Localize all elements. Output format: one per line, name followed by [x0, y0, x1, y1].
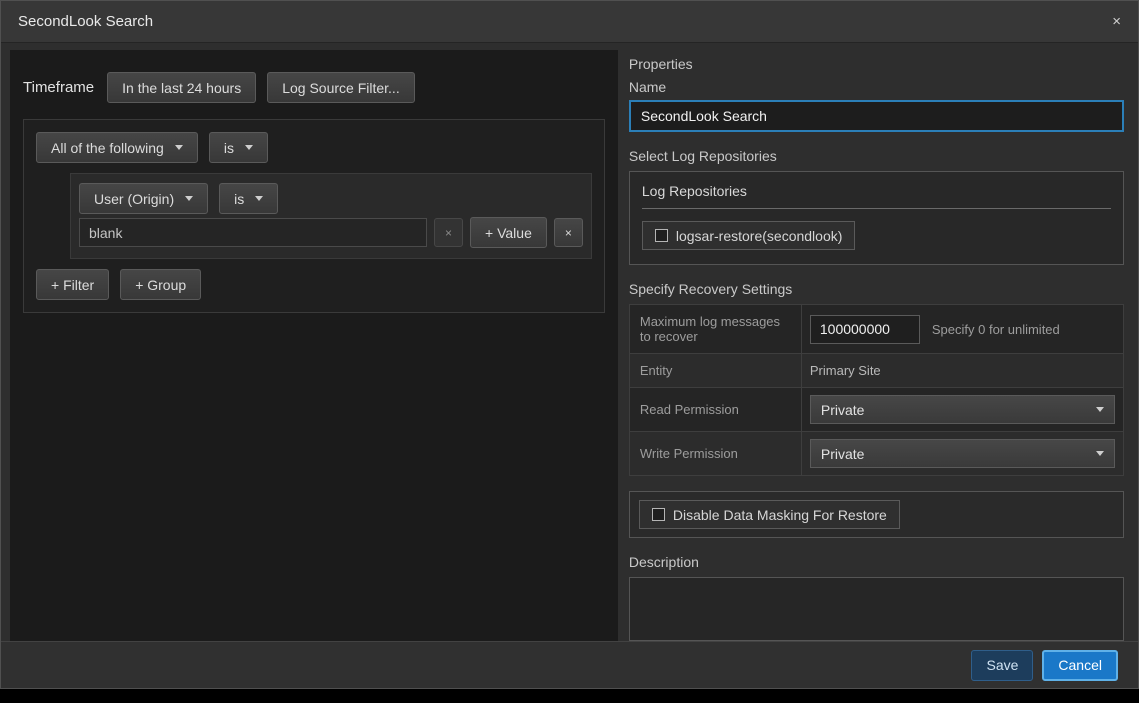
chevron-down-icon [255, 196, 263, 201]
filter-builder-panel: Timeframe In the last 24 hours Log Sourc… [10, 50, 618, 641]
cancel-button[interactable]: Cancel [1042, 650, 1118, 681]
filter-value-input[interactable] [79, 218, 427, 247]
recovery-settings-label: Specify Recovery Settings [629, 281, 1124, 297]
write-permission-label: Write Permission [630, 432, 802, 475]
log-repositories-title: Log Repositories [642, 183, 1111, 209]
title-bar: SecondLook Search × [1, 1, 1138, 43]
log-source-filter-button[interactable]: Log Source Filter... [267, 72, 415, 103]
filter-field-value: User (Origin) [94, 191, 174, 207]
group-comparator-value: is [224, 140, 234, 156]
timeframe-label: Timeframe [23, 79, 94, 96]
timeframe-button[interactable]: In the last 24 hours [107, 72, 256, 103]
save-button[interactable]: Save [971, 650, 1033, 681]
max-messages-cell: Specify 0 for unlimited [802, 305, 1123, 353]
group-comparator-dropdown[interactable]: is [209, 132, 268, 163]
recovery-settings-table: Maximum log messages to recover Specify … [629, 304, 1124, 476]
repository-label: logsar-restore(secondlook) [676, 228, 843, 244]
timeframe-row: Timeframe In the last 24 hours Log Sourc… [23, 72, 605, 103]
read-permission-value: Private [821, 402, 865, 418]
dialog-title: SecondLook Search [18, 13, 153, 30]
repository-checkbox-item[interactable]: logsar-restore(secondlook) [642, 221, 856, 250]
name-label: Name [629, 79, 1124, 95]
max-messages-label: Maximum log messages to recover [630, 305, 802, 353]
group-operator-dropdown[interactable]: All of the following [36, 132, 198, 163]
properties-panel: Properties Name Select Log Repositories … [629, 50, 1126, 641]
write-permission-value: Private [821, 446, 865, 462]
read-permission-dropdown[interactable]: Private [810, 395, 1115, 424]
filter-field-dropdown[interactable]: User (Origin) [79, 183, 208, 214]
max-messages-input[interactable] [810, 315, 920, 344]
chevron-down-icon [245, 145, 253, 150]
write-permission-cell: Private [802, 432, 1123, 475]
table-row: Maximum log messages to recover Specify … [630, 305, 1123, 354]
dialog-footer: Save Cancel [1, 641, 1138, 688]
select-log-repositories-label: Select Log Repositories [629, 148, 1124, 164]
entity-cell: Primary Site [802, 354, 1123, 387]
read-permission-cell: Private [802, 388, 1123, 431]
chevron-down-icon [185, 196, 193, 201]
filter-comparator-value: is [234, 191, 244, 207]
group-actions-row: + Filter + Group [36, 269, 592, 300]
masking-section: Disable Data Masking For Restore [629, 491, 1124, 538]
screen: SecondLook Search × Timeframe In the las… [0, 0, 1139, 703]
checkbox-icon [652, 508, 665, 521]
filter-value-row: × + Value × [79, 217, 583, 248]
read-permission-label: Read Permission [630, 388, 802, 431]
filter-field-row: User (Origin) is [79, 183, 583, 214]
table-row: Read Permission Private [630, 388, 1123, 432]
dialog-body: Timeframe In the last 24 hours Log Sourc… [1, 43, 1138, 641]
table-row: Write Permission Private [630, 432, 1123, 475]
disable-masking-checkbox[interactable]: Disable Data Masking For Restore [639, 500, 900, 529]
log-repositories-box: Log Repositories logsar-restore(secondlo… [629, 171, 1124, 265]
description-label: Description [629, 554, 1124, 570]
properties-label: Properties [629, 56, 1124, 72]
entity-value: Primary Site [810, 363, 881, 378]
table-row: Entity Primary Site [630, 354, 1123, 388]
name-input[interactable] [629, 100, 1124, 132]
description-textarea[interactable] [629, 577, 1124, 641]
checkbox-icon [655, 229, 668, 242]
entity-label: Entity [630, 354, 802, 387]
remove-value-button[interactable]: × [434, 218, 463, 247]
write-permission-dropdown[interactable]: Private [810, 439, 1115, 468]
close-icon[interactable]: × [1112, 13, 1121, 30]
secondlook-search-dialog: SecondLook Search × Timeframe In the las… [0, 0, 1139, 689]
add-filter-button[interactable]: + Filter [36, 269, 109, 300]
filter-item: User (Origin) is × + Value [70, 173, 592, 259]
chevron-down-icon [1096, 407, 1104, 412]
max-messages-hint: Specify 0 for unlimited [932, 322, 1060, 337]
group-operator-value: All of the following [51, 140, 164, 156]
add-value-button[interactable]: + Value [470, 217, 547, 248]
disable-masking-label: Disable Data Masking For Restore [673, 507, 887, 523]
chevron-down-icon [175, 145, 183, 150]
remove-filter-button[interactable]: × [554, 218, 583, 247]
group-operator-row: All of the following is [36, 132, 592, 163]
filter-group: All of the following is User (Origin) [23, 119, 605, 313]
filter-comparator-dropdown[interactable]: is [219, 183, 278, 214]
add-group-button[interactable]: + Group [120, 269, 201, 300]
chevron-down-icon [1096, 451, 1104, 456]
